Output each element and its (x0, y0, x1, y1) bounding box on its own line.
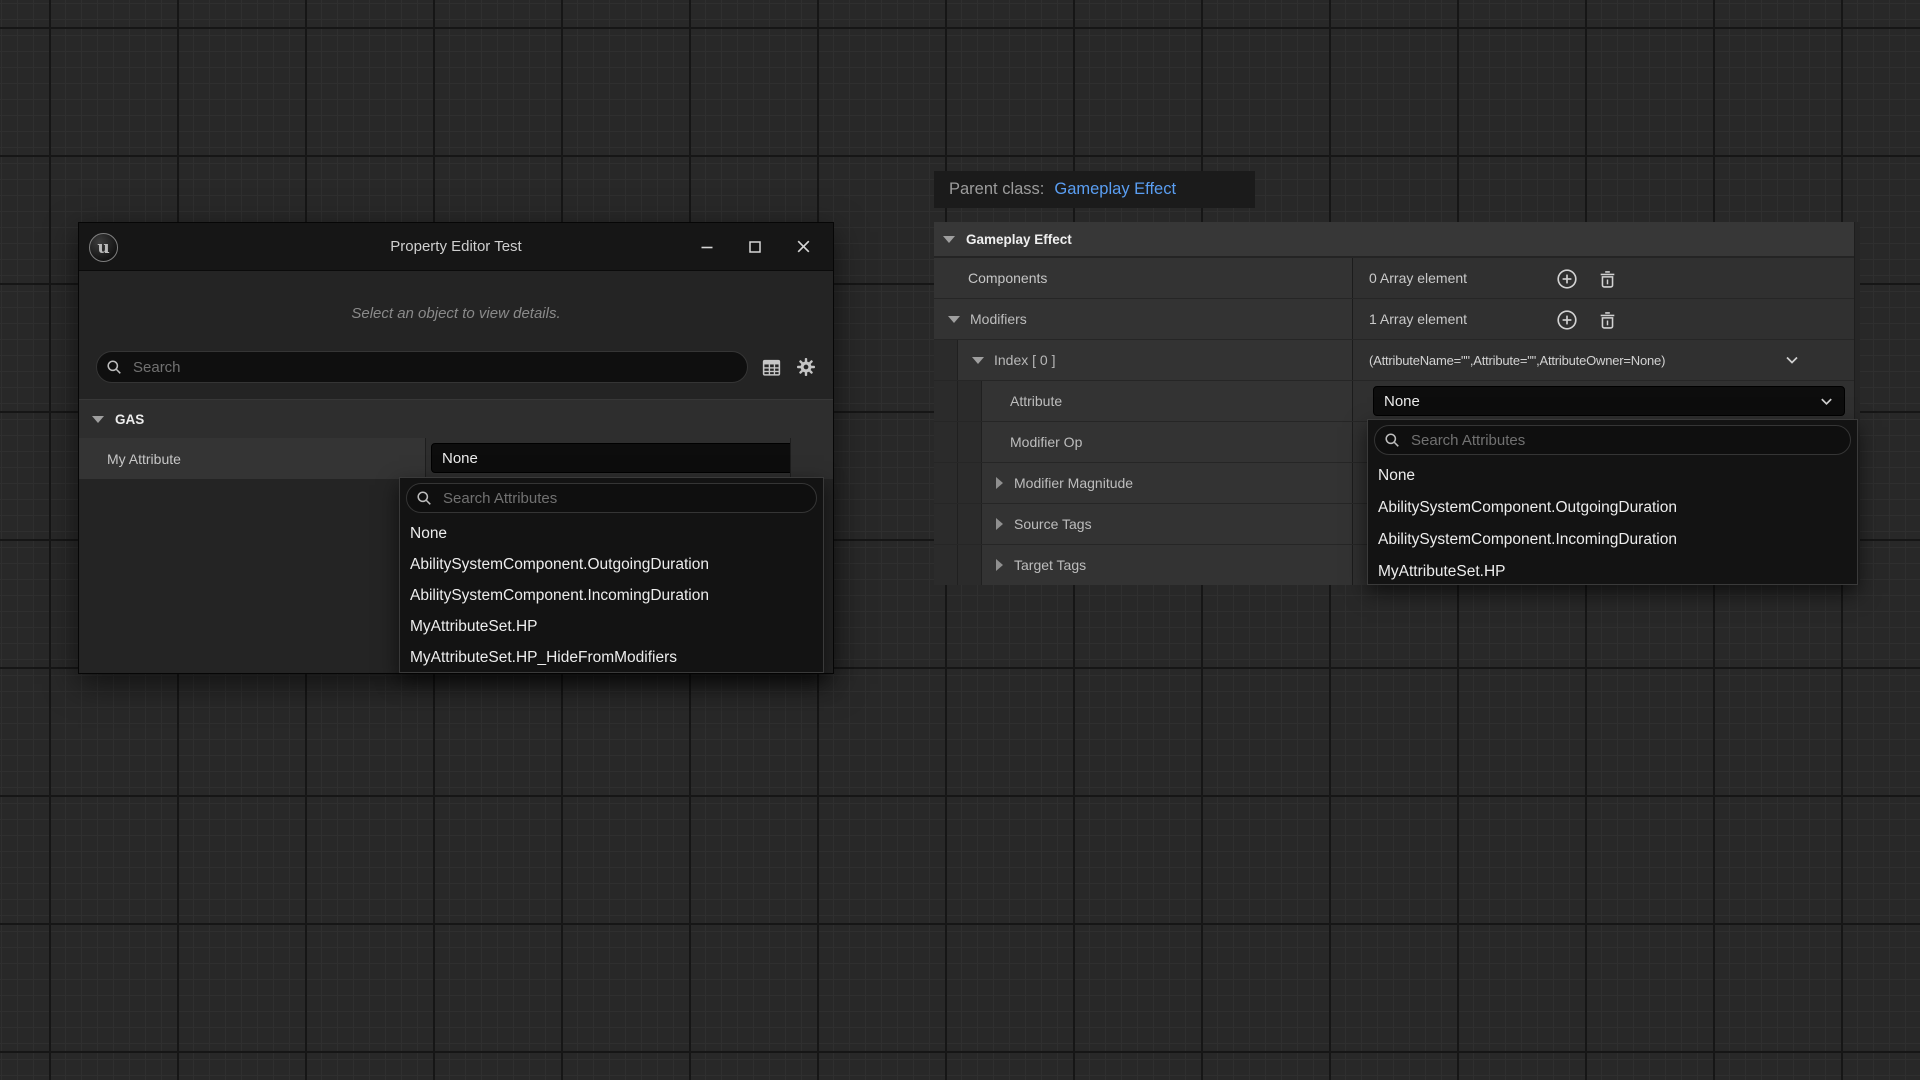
property-name: Modifier Magnitude (982, 463, 1352, 503)
category-row-gas[interactable]: GAS (79, 399, 833, 439)
parent-class-box: Parent class: Gameplay Effect (934, 171, 1255, 208)
property-name: Source Tags (982, 504, 1352, 544)
indent-guide (934, 545, 958, 585)
display-settings-icon[interactable] (761, 357, 782, 378)
close-button[interactable] (779, 223, 827, 270)
indent-guide (934, 422, 958, 462)
maximize-button[interactable] (731, 223, 779, 270)
attribute-combobox[interactable]: None (1373, 386, 1845, 416)
expander-right-icon[interactable] (996, 477, 1003, 489)
attribute-search-bar[interactable] (1374, 425, 1851, 455)
struct-summary: (AttributeName="",Attribute="",Attribute… (1369, 353, 1665, 368)
expander-down-icon[interactable] (943, 236, 955, 243)
search-input[interactable] (131, 358, 743, 377)
property-name: Index [ 0 ] (958, 340, 1352, 380)
parent-class-link[interactable]: Gameplay Effect (1054, 180, 1176, 199)
parent-class-label: Parent class: (949, 180, 1044, 199)
search-icon (416, 490, 433, 507)
expander-down-icon[interactable] (948, 316, 960, 323)
minimize-button[interactable] (683, 223, 731, 270)
dropdown-item[interactable]: None (1368, 460, 1857, 492)
dropdown-item[interactable]: AbilitySystemComponent.OutgoingDuration (400, 549, 823, 580)
details-search-bar[interactable] (96, 351, 748, 383)
property-name: Target Tags (982, 545, 1352, 585)
property-name: Modifiers (934, 299, 1352, 339)
category-label: Gameplay Effect (966, 232, 1072, 247)
array-count: 0 Array element (1369, 270, 1467, 286)
expander-right-icon[interactable] (996, 518, 1003, 530)
property-row-my-attribute: My Attribute None (79, 438, 833, 479)
attribute-search-input[interactable] (441, 489, 812, 508)
attribute-search-bar[interactable] (406, 483, 817, 513)
search-icon (1384, 432, 1401, 449)
indent-guide (958, 504, 982, 544)
reset-column-strip (790, 438, 833, 479)
settings-gear-icon[interactable] (795, 356, 817, 378)
no-selection-prompt: Select an object to view details. (79, 305, 833, 322)
attribute-search-input[interactable] (1409, 431, 1846, 450)
indent-guide (934, 381, 958, 421)
property-name: Attribute (982, 381, 1352, 421)
chevron-down-icon (1819, 394, 1834, 409)
clear-array-icon[interactable] (1593, 265, 1621, 293)
window-titlebar[interactable]: u Property Editor Test (79, 223, 833, 271)
desktop-grid-canvas: { "colors": { "link_blue": "#5a9ef2", "g… (0, 0, 1920, 1080)
indent-guide (958, 422, 982, 462)
expander-right-icon[interactable] (996, 559, 1003, 571)
combobox-value: None (1384, 393, 1420, 410)
row-modifiers: Modifiers 1 Array element (934, 299, 1860, 340)
row-components: Components 0 Array element (934, 258, 1860, 299)
indent-guide (934, 340, 958, 380)
category-label: GAS (115, 412, 144, 427)
expander-down-icon[interactable] (972, 357, 984, 364)
dropdown-item[interactable]: AbilitySystemComponent.IncomingDuration (1368, 524, 1857, 556)
clear-array-icon[interactable] (1593, 306, 1621, 334)
dropdown-item[interactable]: None (400, 518, 823, 549)
attribute-picker-dropdown: None AbilitySystemComponent.OutgoingDura… (399, 477, 824, 673)
indent-guide (958, 463, 982, 503)
chevron-down-icon[interactable] (1784, 352, 1800, 368)
dropdown-item[interactable]: AbilitySystemComponent.OutgoingDuration (1368, 492, 1857, 524)
property-name: Modifier Op (982, 422, 1352, 462)
search-icon (106, 359, 123, 376)
row-attribute: Attribute None (934, 381, 1860, 422)
add-element-icon[interactable] (1553, 265, 1581, 293)
indent-guide (934, 463, 958, 503)
dropdown-item[interactable]: MyAttributeSet.HP (400, 611, 823, 642)
expander-down-icon[interactable] (92, 416, 104, 423)
array-count: 1 Array element (1369, 311, 1467, 327)
dropdown-item[interactable]: AbilitySystemComponent.IncomingDuration (400, 580, 823, 611)
row-index-0: Index [ 0 ] (AttributeName="",Attribute=… (934, 340, 1860, 381)
add-element-icon[interactable] (1553, 306, 1581, 334)
combobox-value: None (442, 450, 478, 467)
property-name: My Attribute (79, 438, 426, 479)
attribute-picker-dropdown: None AbilitySystemComponent.OutgoingDura… (1367, 419, 1858, 585)
indent-guide (958, 545, 982, 585)
my-attribute-combobox[interactable]: None (431, 443, 816, 473)
dropdown-item[interactable]: MyAttributeSet.HP (1368, 556, 1857, 588)
indent-guide (958, 381, 982, 421)
indent-guide (934, 504, 958, 544)
category-row-gameplay-effect[interactable]: Gameplay Effect (934, 222, 1860, 258)
property-name: Components (934, 258, 1352, 298)
dropdown-item[interactable]: MyAttributeSet.HP_HideFromModifiers (400, 642, 823, 673)
